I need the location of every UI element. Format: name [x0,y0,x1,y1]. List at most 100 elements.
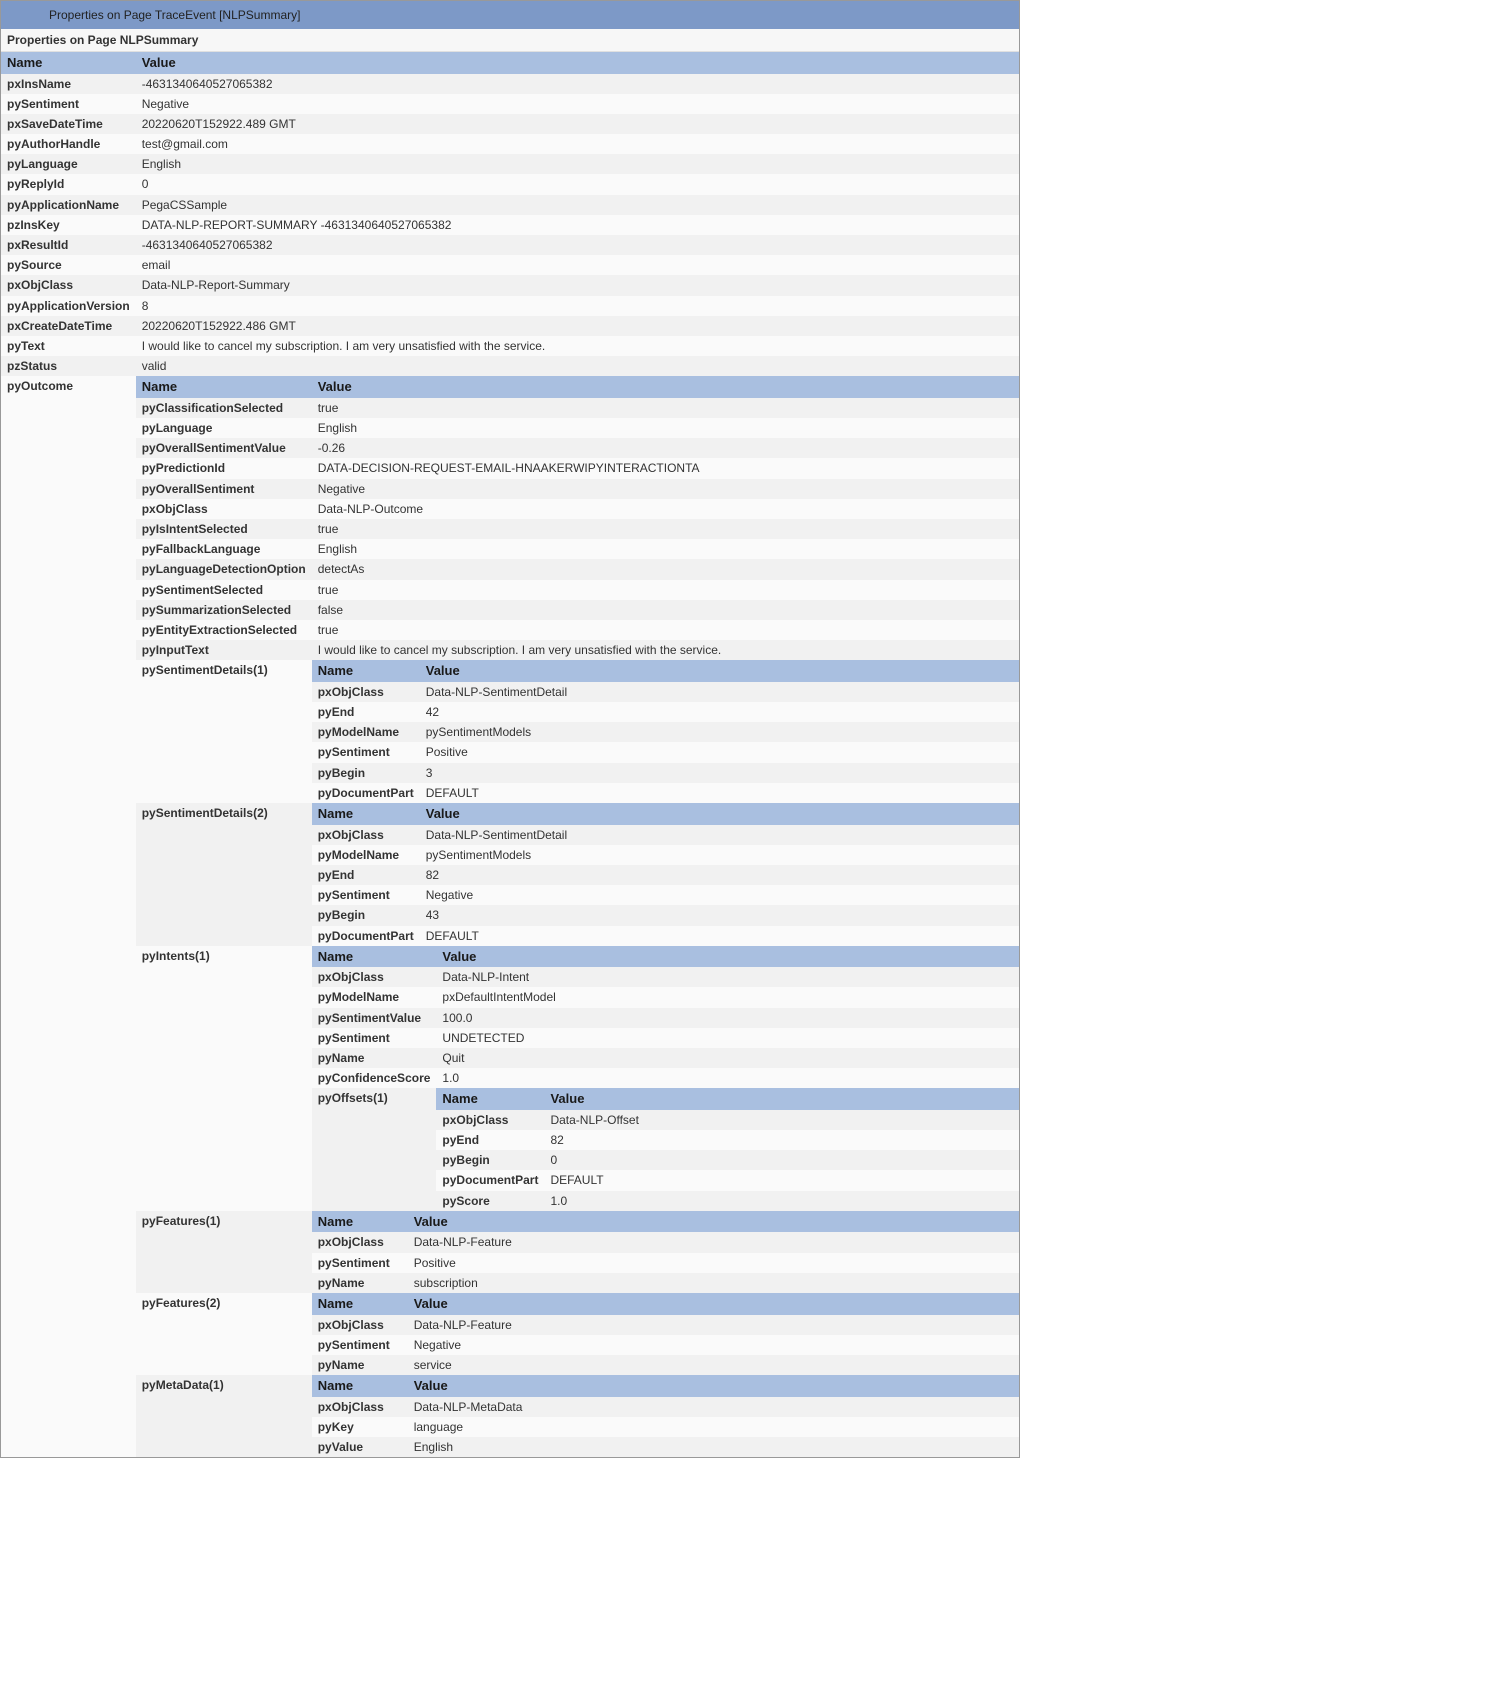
property-name: pyText [1,336,136,356]
table-row: pyModelNamepxDefaultIntentModel [312,987,1019,1007]
table-row: pxObjClassData-NLP-SentimentDetail [312,682,1019,702]
table-row: pxCreateDateTime20220620T152922.486 GMT [1,316,1019,336]
property-value: English [312,418,1019,438]
table-row: pyEnd42 [312,702,1019,722]
property-value: Data-NLP-Intent [436,967,1019,987]
table-row: pyScore1.0 [436,1191,1019,1211]
property-name: pxSaveDateTime [1,114,136,134]
table-row: pyIsIntentSelectedtrue [136,519,1019,539]
table-row: pyDocumentPartDEFAULT [312,783,1019,803]
property-name: pyApplicationName [1,195,136,215]
property-name: pyScore [436,1191,544,1211]
table-row: pySentimentUNDETECTED [312,1028,1019,1048]
property-name: pxObjClass [1,275,136,295]
properties-subtable: NameValuepxObjClassData-NLP-FeaturepySen… [312,1211,1019,1293]
section-title: Properties on Page NLPSummary [1,29,1019,52]
table-row: pyInputTextI would like to cancel my sub… [136,640,1019,660]
table-row: pySentimentSelectedtrue [136,580,1019,600]
property-name: pyReplyId [1,174,136,194]
table-row: pyMetaData(1)NameValuepxObjClassData-NLP… [136,1375,1019,1457]
property-name: pyOutcome [1,376,136,1457]
table-row: pySourceemail [1,255,1019,275]
column-header-value: Value [436,946,1019,968]
property-name: pySource [1,255,136,275]
column-header-value: Value [408,1375,1019,1397]
property-value: DEFAULT [420,926,1019,946]
table-row: pyFallbackLanguageEnglish [136,539,1019,559]
property-value: UNDETECTED [436,1028,1019,1048]
table-row: pySentimentPositive [312,742,1019,762]
property-value: DEFAULT [544,1170,1019,1190]
table-row: pxObjClassData-NLP-SentimentDetail [312,825,1019,845]
property-value: English [408,1437,1019,1457]
table-header-row: NameValue [436,1088,1019,1110]
property-value: Data-NLP-Outcome [312,499,1019,519]
property-value: true [312,580,1019,600]
column-header-value: Value [544,1088,1019,1110]
table-row: pyLanguageEnglish [1,154,1019,174]
property-value: false [312,600,1019,620]
properties-subtable: NameValuepxObjClassData-NLP-SentimentDet… [312,660,1019,803]
property-value: true [312,519,1019,539]
table-row: pxResultId-4631340640527065382 [1,235,1019,255]
property-value: 20220620T152922.486 GMT [136,316,1019,336]
table-header-row: NameValue [136,376,1019,398]
property-value: Negative [420,885,1019,905]
table-row: pyOutcomeNameValuepyClassificationSelect… [1,376,1019,1457]
table-row: pyNameQuit [312,1048,1019,1068]
table-row: pzStatusvalid [1,356,1019,376]
column-header-value: Value [408,1293,1019,1315]
window-title: Properties on Page TraceEvent [NLPSummar… [49,8,300,22]
property-value: 8 [136,296,1019,316]
property-value: DATA-DECISION-REQUEST-EMAIL-HNAAKERWIPYI… [312,458,1019,478]
property-value: Data-NLP-SentimentDetail [420,682,1019,702]
property-name: pySentiment [312,1028,437,1048]
property-name: pyEnd [436,1130,544,1150]
table-row: pyDocumentPartDEFAULT [312,926,1019,946]
property-value: -4631340640527065382 [136,74,1019,94]
property-name: pyBegin [436,1150,544,1170]
column-header-name: Name [312,1375,408,1397]
property-name: pzStatus [1,356,136,376]
column-header-name: Name [312,1293,408,1315]
outcome-table: NameValuepyClassificationSelectedtruepyL… [136,376,1019,1457]
table-row: pySentimentNegative [312,885,1019,905]
trace-window: Properties on Page TraceEvent [NLPSummar… [0,0,1020,1458]
property-value: pxDefaultIntentModel [436,987,1019,1007]
property-value: Data-NLP-Report-Summary [136,275,1019,295]
property-name: pyValue [312,1437,408,1457]
property-name: pyBegin [312,905,420,925]
property-name: pyModelName [312,987,437,1007]
window-titlebar: Properties on Page TraceEvent [NLPSummar… [1,1,1019,29]
property-name: pxResultId [1,235,136,255]
property-value: Positive [408,1253,1019,1273]
table-row: pyNamesubscription [312,1273,1019,1293]
table-row: pyNameservice [312,1355,1019,1375]
property-name: pyAuthorHandle [1,134,136,154]
table-row: pyOverallSentimentValue-0.26 [136,438,1019,458]
table-row: pyBegin0 [436,1150,1019,1170]
table-header-row: NameValue [312,946,1019,968]
table-row: pySentimentValue100.0 [312,1008,1019,1028]
table-row: pxObjClassData-NLP-MetaData [312,1397,1019,1417]
property-name: pyDocumentPart [312,783,420,803]
table-row: pxSaveDateTime20220620T152922.489 GMT [1,114,1019,134]
property-value: 0 [544,1150,1019,1170]
property-name: pySentimentDetails(2) [136,803,312,946]
property-value: 3 [420,763,1019,783]
property-name: pyBegin [312,763,420,783]
column-header-name: Name [312,1211,408,1233]
table-row: pxObjClassData-NLP-Intent [312,967,1019,987]
property-value: detectAs [312,559,1019,579]
property-value: Negative [136,94,1019,114]
property-name: pyLanguage [136,418,312,438]
table-row: pyIntents(1)NameValuepxObjClassData-NLP-… [136,946,1019,1211]
table-header-row: NameValue [312,1375,1019,1397]
property-name: pxObjClass [136,499,312,519]
property-name: pyOverallSentimentValue [136,438,312,458]
property-name: pySentiment [312,1335,408,1355]
property-name: pyConfidenceScore [312,1068,437,1088]
table-row: pyReplyId0 [1,174,1019,194]
property-value: NameValuepxObjClassData-NLP-MetaDatapyKe… [312,1375,1019,1457]
property-name: pxObjClass [312,825,420,845]
